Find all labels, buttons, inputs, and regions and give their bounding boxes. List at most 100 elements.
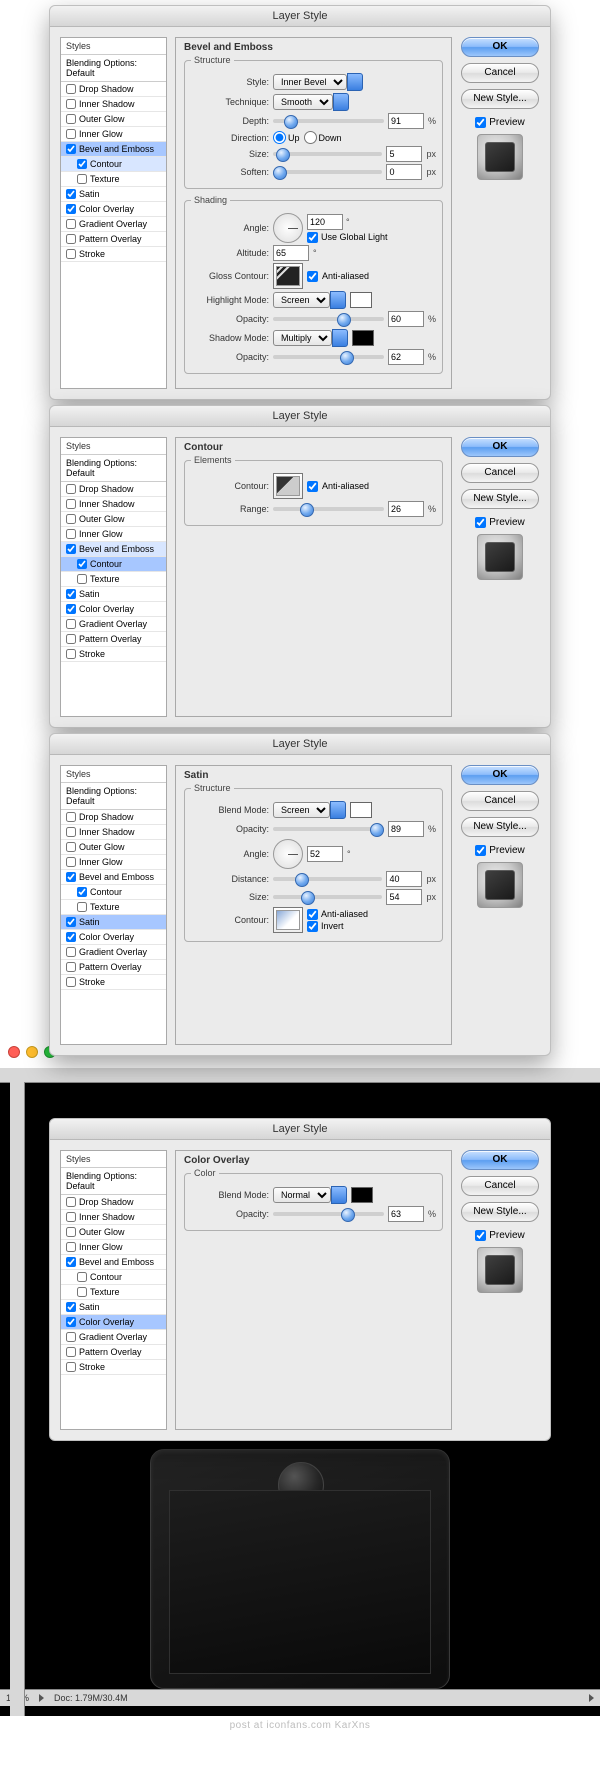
altitude-input[interactable]	[273, 245, 309, 261]
sidebar-item-stroke[interactable]: Stroke	[61, 247, 166, 262]
contour-picker[interactable]	[273, 473, 303, 499]
opacity-slider[interactable]	[273, 1212, 384, 1216]
sidebar-item-inner-glow[interactable]: Inner Glow	[61, 527, 166, 542]
chevron-down-icon[interactable]	[333, 93, 349, 111]
new-style-button[interactable]: New Style...	[461, 1202, 539, 1222]
anti-aliased-checkbox[interactable]	[307, 909, 318, 920]
distance-input[interactable]	[386, 871, 422, 887]
sidebar-item-color-overlay[interactable]: Color Overlay	[61, 602, 166, 617]
use-global-light-checkbox[interactable]	[307, 232, 318, 243]
close-icon[interactable]	[8, 1046, 20, 1058]
size-input[interactable]	[386, 146, 422, 162]
satin-checkbox[interactable]	[66, 189, 76, 199]
texture-checkbox[interactable]	[77, 174, 87, 184]
preview-checkbox[interactable]	[475, 117, 486, 128]
overlay-color-swatch[interactable]	[351, 1187, 373, 1203]
sidebar-item-satin[interactable]: Satin	[61, 1300, 166, 1315]
blending-options[interactable]: Blending Options: Default	[61, 455, 166, 482]
direction-up[interactable]: Up	[273, 131, 300, 144]
sidebar-item-texture[interactable]: Texture	[61, 900, 166, 915]
blending-options[interactable]: Blending Options: Default	[61, 55, 166, 82]
contour-checkbox[interactable]	[77, 159, 87, 169]
sidebar-item-bevel-emboss[interactable]: Bevel and Emboss	[61, 142, 166, 157]
chevron-down-icon[interactable]	[330, 801, 346, 819]
anti-aliased-checkbox[interactable]	[307, 271, 318, 282]
minimize-icon[interactable]	[26, 1046, 38, 1058]
opacity-slider[interactable]	[273, 827, 384, 831]
soften-input[interactable]	[386, 164, 422, 180]
sidebar-item-satin[interactable]: Satin	[61, 187, 166, 202]
range-slider[interactable]	[273, 507, 384, 511]
sidebar-item-stroke[interactable]: Stroke	[61, 1360, 166, 1375]
sidebar-item-drop-shadow[interactable]: Drop Shadow	[61, 482, 166, 497]
sidebar-item-pattern-overlay[interactable]: Pattern Overlay	[61, 960, 166, 975]
chevron-down-icon[interactable]	[330, 291, 346, 309]
new-style-button[interactable]: New Style...	[461, 89, 539, 109]
sidebar-item-inner-glow[interactable]: Inner Glow	[61, 855, 166, 870]
blending-options[interactable]: Blending Options: Default	[61, 1168, 166, 1195]
chevron-down-icon[interactable]	[332, 329, 348, 347]
cancel-button[interactable]: Cancel	[461, 1176, 539, 1196]
angle-dial[interactable]	[273, 839, 303, 869]
blend-mode-select[interactable]: Normal	[273, 1187, 331, 1203]
sidebar-item-inner-shadow[interactable]: Inner Shadow	[61, 1210, 166, 1225]
sidebar-item-drop-shadow[interactable]: Drop Shadow	[61, 82, 166, 97]
styles-header[interactable]: Styles	[61, 1151, 166, 1168]
sidebar-item-satin[interactable]: Satin	[61, 915, 166, 930]
arrow-right-icon[interactable]	[39, 1694, 44, 1702]
shadow-opacity-slider[interactable]	[273, 355, 384, 359]
blending-options[interactable]: Blending Options: Default	[61, 783, 166, 810]
drop-shadow-checkbox[interactable]	[66, 84, 76, 94]
shadow-color-swatch[interactable]	[352, 330, 374, 346]
inner-shadow-checkbox[interactable]	[66, 99, 76, 109]
ok-button[interactable]: OK	[461, 765, 539, 785]
direction-down[interactable]: Down	[304, 131, 342, 144]
sidebar-item-contour[interactable]: Contour	[61, 1270, 166, 1285]
shadow-mode-select[interactable]: Multiply	[273, 330, 332, 346]
opacity-input[interactable]	[388, 1206, 424, 1222]
distance-slider[interactable]	[273, 877, 382, 881]
ok-button[interactable]: OK	[461, 1150, 539, 1170]
highlight-opacity-input[interactable]	[388, 311, 424, 327]
sidebar-item-gradient-overlay[interactable]: Gradient Overlay	[61, 217, 166, 232]
outer-glow-checkbox[interactable]	[66, 114, 76, 124]
bevel-emboss-checkbox[interactable]	[66, 144, 76, 154]
styles-header[interactable]: Styles	[61, 38, 166, 55]
sidebar-item-bevel-emboss[interactable]: Bevel and Emboss	[61, 542, 166, 557]
stroke-checkbox[interactable]	[66, 249, 76, 259]
shadow-opacity-input[interactable]	[388, 349, 424, 365]
soften-slider[interactable]	[273, 170, 382, 174]
color-overlay-checkbox[interactable]	[66, 204, 76, 214]
pattern-overlay-checkbox[interactable]	[66, 234, 76, 244]
styles-header[interactable]: Styles	[61, 766, 166, 783]
sidebar-item-color-overlay[interactable]: Color Overlay	[61, 930, 166, 945]
sidebar-item-color-overlay[interactable]: Color Overlay	[61, 202, 166, 217]
angle-dial[interactable]	[273, 213, 303, 243]
opacity-input[interactable]	[388, 821, 424, 837]
size-input[interactable]	[386, 889, 422, 905]
sidebar-item-stroke[interactable]: Stroke	[61, 647, 166, 662]
chevron-down-icon[interactable]	[331, 1186, 347, 1204]
preview-checkbox[interactable]	[475, 845, 486, 856]
sidebar-item-color-overlay[interactable]: Color Overlay	[61, 1315, 166, 1330]
sidebar-item-inner-shadow[interactable]: Inner Shadow	[61, 97, 166, 112]
sidebar-item-gradient-overlay[interactable]: Gradient Overlay	[61, 617, 166, 632]
blend-mode-select[interactable]: Screen	[273, 802, 330, 818]
ok-button[interactable]: OK	[461, 437, 539, 457]
sidebar-item-bevel-emboss[interactable]: Bevel and Emboss	[61, 1255, 166, 1270]
size-slider[interactable]	[273, 152, 382, 156]
gradient-overlay-checkbox[interactable]	[66, 219, 76, 229]
highlight-color-swatch[interactable]	[350, 292, 372, 308]
sidebar-item-inner-glow[interactable]: Inner Glow	[61, 1240, 166, 1255]
satin-color-swatch[interactable]	[350, 802, 372, 818]
size-slider[interactable]	[273, 895, 382, 899]
invert-checkbox[interactable]	[307, 921, 318, 932]
range-input[interactable]	[388, 501, 424, 517]
sidebar-item-drop-shadow[interactable]: Drop Shadow	[61, 810, 166, 825]
sidebar-item-stroke[interactable]: Stroke	[61, 975, 166, 990]
angle-input[interactable]	[307, 214, 343, 230]
sidebar-item-inner-glow[interactable]: Inner Glow	[61, 127, 166, 142]
contour-picker[interactable]	[273, 907, 303, 933]
sidebar-item-texture[interactable]: Texture	[61, 1285, 166, 1300]
cancel-button[interactable]: Cancel	[461, 63, 539, 83]
